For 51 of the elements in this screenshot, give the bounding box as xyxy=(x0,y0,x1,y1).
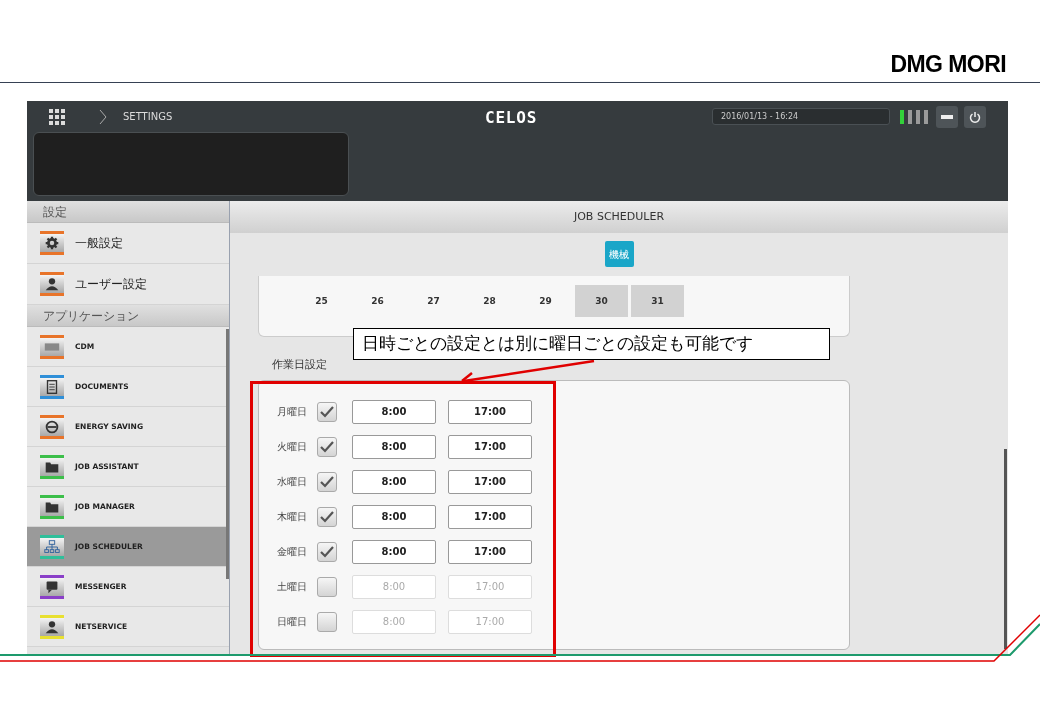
day-label: 火曜日 xyxy=(277,440,308,454)
minus-icon xyxy=(941,114,953,119)
checkbox[interactable] xyxy=(317,401,337,422)
section-header: 設定 xyxy=(27,201,229,223)
company-logo: DMG MORI xyxy=(890,50,1006,78)
calendar-day[interactable]: 31 xyxy=(631,285,684,317)
day-label: 木曜日 xyxy=(277,510,308,524)
signal-icon xyxy=(900,109,930,124)
end-time-field[interactable]: 17:00 xyxy=(448,434,532,459)
datetime-field: 2016/01/13 - 16:24 xyxy=(712,108,890,125)
calendar-day[interactable]: 25 xyxy=(295,285,348,317)
calendar-day[interactable]: 28 xyxy=(463,285,516,317)
start-time-field[interactable]: 8:00 xyxy=(352,434,436,459)
chevron-icon xyxy=(99,108,107,125)
checkbox[interactable] xyxy=(317,576,337,597)
section-header: アプリケーション xyxy=(27,305,229,327)
apps-grid-icon[interactable] xyxy=(49,108,65,125)
brand-logo: CELOS xyxy=(485,107,538,129)
checkbox[interactable] xyxy=(317,541,337,562)
power-icon xyxy=(969,110,981,123)
start-time-field[interactable]: 8:00 xyxy=(352,539,436,564)
checkbox[interactable] xyxy=(317,436,337,457)
start-time-field[interactable]: 8:00 xyxy=(352,504,436,529)
calendar-day[interactable]: 29 xyxy=(519,285,572,317)
day-label: 日曜日 xyxy=(277,615,308,629)
day-label: 金曜日 xyxy=(277,545,308,559)
start-time-field[interactable]: 8:00 xyxy=(352,469,436,494)
calendar-day[interactable]: 30 xyxy=(575,285,628,317)
sidebar-item[interactable]: 一般設定 xyxy=(27,223,229,264)
section-title: 作業日設定 xyxy=(272,357,327,373)
day-label: 水曜日 xyxy=(277,475,308,489)
scrollbar[interactable] xyxy=(226,329,229,579)
day-label: 土曜日 xyxy=(277,580,308,594)
breadcrumb[interactable]: SETTINGS xyxy=(123,109,173,124)
scrollbar[interactable] xyxy=(1004,449,1007,649)
calendar-day[interactable]: 27 xyxy=(407,285,460,317)
minimize-button[interactable] xyxy=(936,105,958,128)
calendar-day[interactable]: 26 xyxy=(351,285,404,317)
checkbox[interactable] xyxy=(317,506,337,527)
panel-title: JOB SCHEDULER xyxy=(230,201,1008,233)
end-time-field[interactable]: 17:00 xyxy=(448,504,532,529)
start-time-field[interactable]: 8:00 xyxy=(352,399,436,424)
checkbox[interactable] xyxy=(317,611,337,632)
callout-text: 日時ごとの設定とは別に曜日ごとの設定も可能です xyxy=(353,328,830,360)
end-time-field[interactable]: 17:00 xyxy=(448,399,532,424)
power-button[interactable] xyxy=(964,105,986,128)
end-time-field[interactable]: 17:00 xyxy=(448,539,532,564)
day-label: 月曜日 xyxy=(277,405,308,419)
sidebar-item[interactable]: ユーザー設定 xyxy=(27,264,229,305)
end-time-field[interactable]: 17:00 xyxy=(448,469,532,494)
checkbox[interactable] xyxy=(317,471,337,492)
